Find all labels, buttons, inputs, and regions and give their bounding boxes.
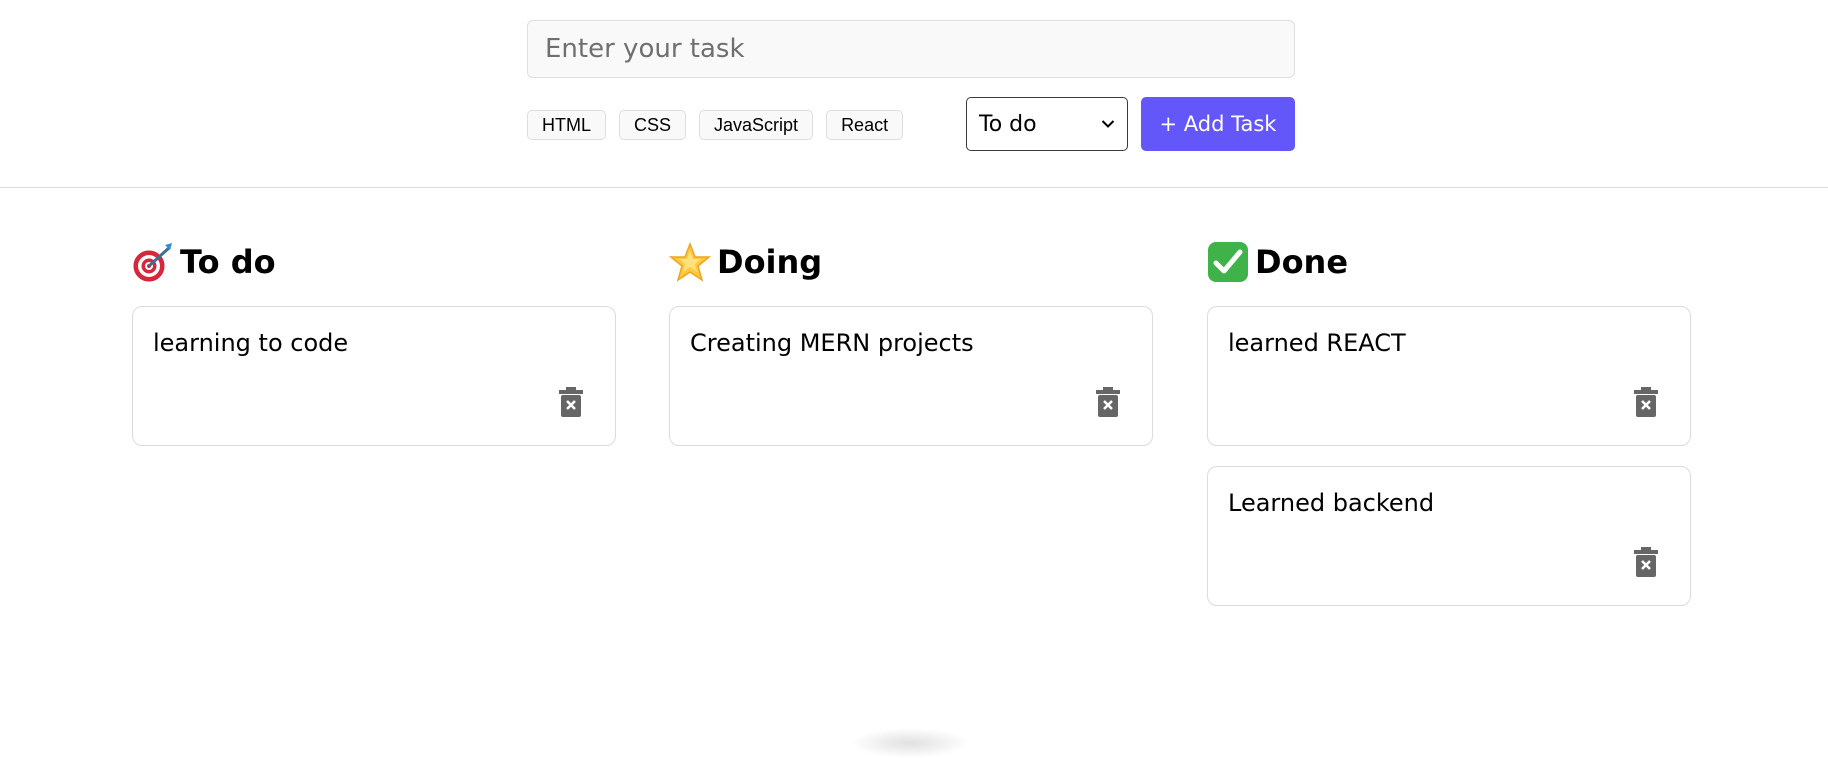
chevron-down-icon [1101,120,1115,128]
delete-icon[interactable] [1096,387,1120,417]
add-task-button[interactable]: + Add Task [1141,97,1295,151]
task-card: learning to code [132,306,616,446]
task-card-text: Learned backend [1228,489,1435,517]
column-heading: Done [1207,238,1691,286]
tag-css[interactable]: CSS [619,110,687,140]
task-input[interactable] [527,20,1295,78]
status-select-value: To do [979,111,1037,137]
delete-icon[interactable] [1634,387,1658,417]
task-card-text: Creating MERN projects [690,329,974,357]
column-heading: Doing [669,238,1153,286]
task-card-text: learned REACT [1228,329,1406,357]
delete-icon[interactable] [1634,547,1658,577]
column-title: Doing [717,243,823,281]
task-card: learned REACT [1207,306,1691,446]
task-card: Creating MERN projects [669,306,1153,446]
tag-javascript[interactable]: JavaScript [699,110,814,140]
delete-icon[interactable] [559,387,583,417]
column-title: Done [1255,243,1349,281]
star-icon [669,241,711,282]
tag-html[interactable]: HTML [527,110,606,140]
column-todo: To do learning to code [132,238,616,446]
task-card: Learned backend [1207,466,1691,606]
target-icon [133,243,172,282]
column-title: To do [180,243,276,281]
task-form-header: HTML CSS JavaScript React To do + Add Ta… [0,0,1828,188]
check-mark-icon [1208,242,1248,282]
task-card-text: learning to code [153,329,349,357]
column-heading: To do [132,238,616,286]
tag-list: HTML CSS JavaScript React [527,110,904,140]
status-select[interactable]: To do [966,97,1128,151]
bottom-shadow [850,728,970,758]
column-doing: Doing Creating MERN projects [669,238,1153,446]
column-done: Done learned REACT Learned backend [1207,238,1691,606]
tag-react[interactable]: React [826,110,904,140]
